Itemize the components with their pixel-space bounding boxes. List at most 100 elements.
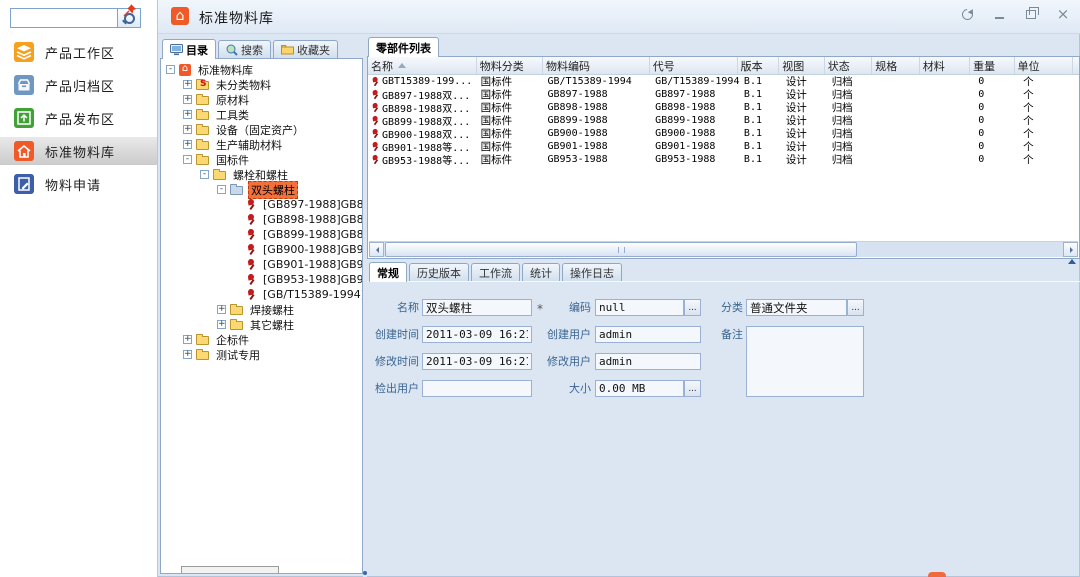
code-field[interactable]: [595, 299, 684, 316]
column-header-status[interactable]: 状态: [825, 57, 872, 74]
sidebar-item-product-workspace[interactable]: 产品工作区: [0, 38, 157, 66]
tree-node[interactable]: 其它螺柱: [161, 317, 362, 332]
folder-icon: [196, 336, 209, 345]
sidebar-item-material-request[interactable]: 物料申请: [0, 170, 157, 198]
column-header-unit[interactable]: 单位: [1015, 57, 1073, 74]
collapse-icon[interactable]: [166, 65, 175, 74]
tree-node[interactable]: 焊接螺柱: [161, 302, 362, 317]
scroll-left-icon[interactable]: [369, 242, 384, 257]
collapse-icon[interactable]: [200, 170, 209, 179]
expand-icon[interactable]: [183, 140, 192, 149]
catalog-panel: 目录 搜索 收藏夹 标准物料库 未分类物料 原材料 工具类 设备（固定资产）: [160, 39, 363, 574]
created-time-label: 创建时间: [374, 326, 419, 343]
column-header-code[interactable]: 物料编码: [543, 57, 650, 74]
scrollbar-thumb[interactable]: [385, 242, 857, 257]
tree-node-part[interactable]: [GB953-1988]GB953-1: [161, 272, 362, 287]
column-header-alias[interactable]: 代号: [650, 57, 738, 74]
tab-history[interactable]: 历史版本: [409, 263, 469, 281]
tree-node-part[interactable]: [GB901-1988]GB901-1: [161, 257, 362, 272]
size-field[interactable]: [595, 380, 684, 397]
tree-node[interactable]: 工具类: [161, 107, 362, 122]
monitor-icon: [170, 44, 183, 56]
code-browse-button[interactable]: ...: [684, 299, 701, 316]
apply-icon: [14, 174, 34, 194]
modified-time-field[interactable]: [422, 353, 532, 370]
folder-icon: [196, 96, 209, 105]
column-header-weight[interactable]: 重量: [970, 57, 1015, 74]
size-browse-button[interactable]: ...: [684, 380, 701, 397]
table-hscrollbar[interactable]: [369, 241, 1078, 257]
expand-icon[interactable]: [183, 95, 192, 104]
expand-icon[interactable]: [183, 335, 192, 344]
column-header-name[interactable]: 名称: [368, 57, 477, 74]
created-user-field[interactable]: [595, 326, 701, 343]
checkout-user-field[interactable]: [422, 380, 532, 397]
column-header-category[interactable]: 物料分类: [477, 57, 543, 74]
expand-icon[interactable]: [183, 350, 192, 359]
collapse-icon[interactable]: [183, 155, 192, 164]
refresh-icon[interactable]: [958, 5, 976, 23]
folder-icon: [196, 156, 209, 165]
sidebar-item-product-publish[interactable]: 产品发布区: [0, 104, 157, 132]
class-browse-button[interactable]: ...: [847, 299, 864, 316]
tree-node[interactable]: 生产辅助材料: [161, 137, 362, 152]
tree-node[interactable]: 原材料: [161, 92, 362, 107]
part-pin-icon: [247, 229, 257, 241]
restore-icon[interactable]: [1022, 5, 1040, 23]
sidebar-item-product-archive[interactable]: 产品归档区: [0, 71, 157, 99]
tree-node-part[interactable]: [GB/T15389-1994]GBT: [161, 287, 362, 302]
expand-icon[interactable]: [217, 320, 226, 329]
tree-node-part[interactable]: [GB898-1988]GB898-1: [161, 212, 362, 227]
tab-parts-list[interactable]: 零部件列表: [368, 37, 439, 57]
tab-catalog[interactable]: 目录: [162, 39, 216, 59]
tree-node-selected[interactable]: 双头螺柱: [161, 182, 362, 197]
close-icon[interactable]: ×: [1054, 5, 1072, 23]
tree-hscrollbar[interactable]: [181, 566, 279, 574]
expand-icon[interactable]: [183, 80, 192, 89]
splitter-collapse-icon[interactable]: [1068, 259, 1076, 264]
expand-icon[interactable]: [183, 110, 192, 119]
class-field[interactable]: [746, 299, 847, 316]
tree-node-part[interactable]: [GB897-1988]GB897-1: [161, 197, 362, 212]
column-header-version[interactable]: 版本: [738, 57, 780, 74]
table-row[interactable]: GB953-1988等...国标件GB953-1988GB953-1988B.1…: [368, 153, 1079, 166]
tab-search[interactable]: 搜索: [218, 40, 271, 58]
tab-operation-log[interactable]: 操作日志: [562, 263, 622, 281]
tab-label: 零部件列表: [376, 40, 431, 56]
tree-node[interactable]: 未分类物料: [161, 77, 362, 92]
part-pin-icon: [247, 289, 257, 301]
folder-icon: [230, 306, 243, 315]
collapse-icon[interactable]: [217, 185, 226, 194]
tree-node[interactable]: 设备（固定资产）: [161, 122, 362, 137]
tree-node-part[interactable]: [GB899-1988]GB899-1: [161, 227, 362, 242]
modified-user-field[interactable]: [595, 353, 701, 370]
column-header-view[interactable]: 视图: [779, 57, 825, 74]
folder-icon: [196, 141, 209, 150]
modified-time-label: 修改时间: [374, 353, 419, 370]
column-header-material[interactable]: 材料: [920, 57, 970, 74]
workspace-icon: [14, 42, 34, 62]
tree-node-part[interactable]: [GB900-1988]GB900-1: [161, 242, 362, 257]
expand-icon[interactable]: [217, 305, 226, 314]
expand-icon[interactable]: [183, 125, 192, 134]
sidebar-item-standard-material-library[interactable]: 标准物料库: [0, 137, 157, 165]
scroll-right-icon[interactable]: [1063, 242, 1078, 257]
part-pin-icon: [372, 102, 381, 112]
library-icon: [14, 141, 34, 161]
search-input[interactable]: [10, 8, 117, 28]
tree-node-root[interactable]: 标准物料库: [161, 62, 362, 77]
minimize-icon[interactable]: [990, 5, 1008, 23]
tree-node[interactable]: 国标件: [161, 152, 362, 167]
code-label: 编码: [546, 299, 591, 316]
tab-general[interactable]: 常规: [369, 262, 407, 282]
note-field[interactable]: [746, 326, 864, 397]
tab-favorites[interactable]: 收藏夹: [273, 40, 338, 58]
tree-node[interactable]: 测试专用: [161, 347, 362, 362]
column-header-spec[interactable]: 规格: [872, 57, 919, 74]
column-header-filler: [1073, 57, 1079, 74]
tab-workflow[interactable]: 工作流: [471, 263, 520, 281]
name-field[interactable]: [422, 299, 532, 316]
tab-statistics[interactable]: 统计: [522, 263, 560, 281]
created-time-field[interactable]: [422, 326, 532, 343]
tree-node[interactable]: 企标件: [161, 332, 362, 347]
